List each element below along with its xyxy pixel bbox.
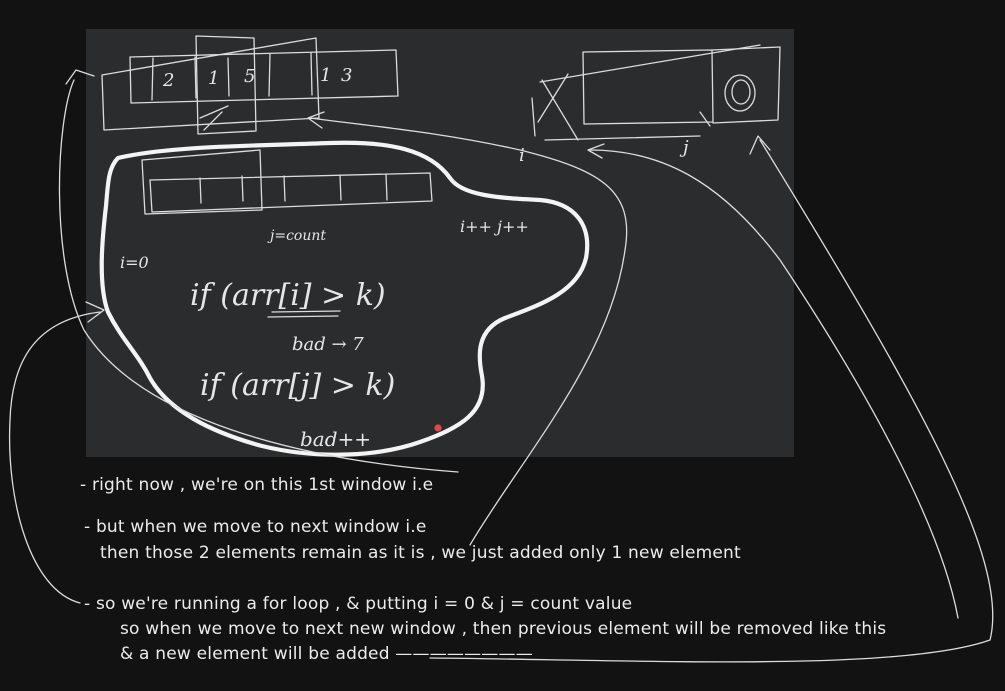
- window1-cell-3: 5: [244, 66, 255, 87]
- whiteboard: 2 1 5 1 3 i j i=0 j=count i++ j++ if (ar…: [0, 0, 1005, 691]
- label-i: i: [519, 145, 525, 166]
- note-line-3b: so when we move to next new window , the…: [120, 619, 887, 639]
- note-line-2a: - but when we move to next window i.e: [84, 517, 427, 537]
- window1-cell-1: 2: [162, 70, 174, 91]
- condition-i: if (arr[i] > k): [190, 278, 386, 313]
- bad-result-j: bad++: [300, 427, 371, 451]
- board-panel: [86, 29, 794, 457]
- note-line-3c: & a new element will be added ————————: [120, 644, 533, 664]
- note-line-2b: then those 2 elements remain as it is , …: [100, 543, 741, 563]
- condition-j: if (arr[j] > k): [200, 368, 395, 403]
- bad-result-i: bad → 7: [292, 334, 364, 355]
- label-j-init: j=count: [267, 228, 326, 244]
- label-increments: i++ j++: [460, 217, 529, 236]
- window1-cell-2: 1: [208, 68, 219, 89]
- note-line-1: - right now , we're on this 1st window i…: [80, 475, 434, 495]
- laser-dot: [434, 424, 442, 432]
- window1-cell-4: 1: [320, 65, 331, 86]
- label-i-init: i=0: [120, 253, 149, 272]
- sketch-canvas: 2 1 5 1 3 i j i=0 j=count i++ j++ if (ar…: [8, 29, 994, 663]
- window1-cell-5: 3: [341, 65, 352, 86]
- note-line-3a: - so we're running a for loop , & puttin…: [84, 594, 633, 614]
